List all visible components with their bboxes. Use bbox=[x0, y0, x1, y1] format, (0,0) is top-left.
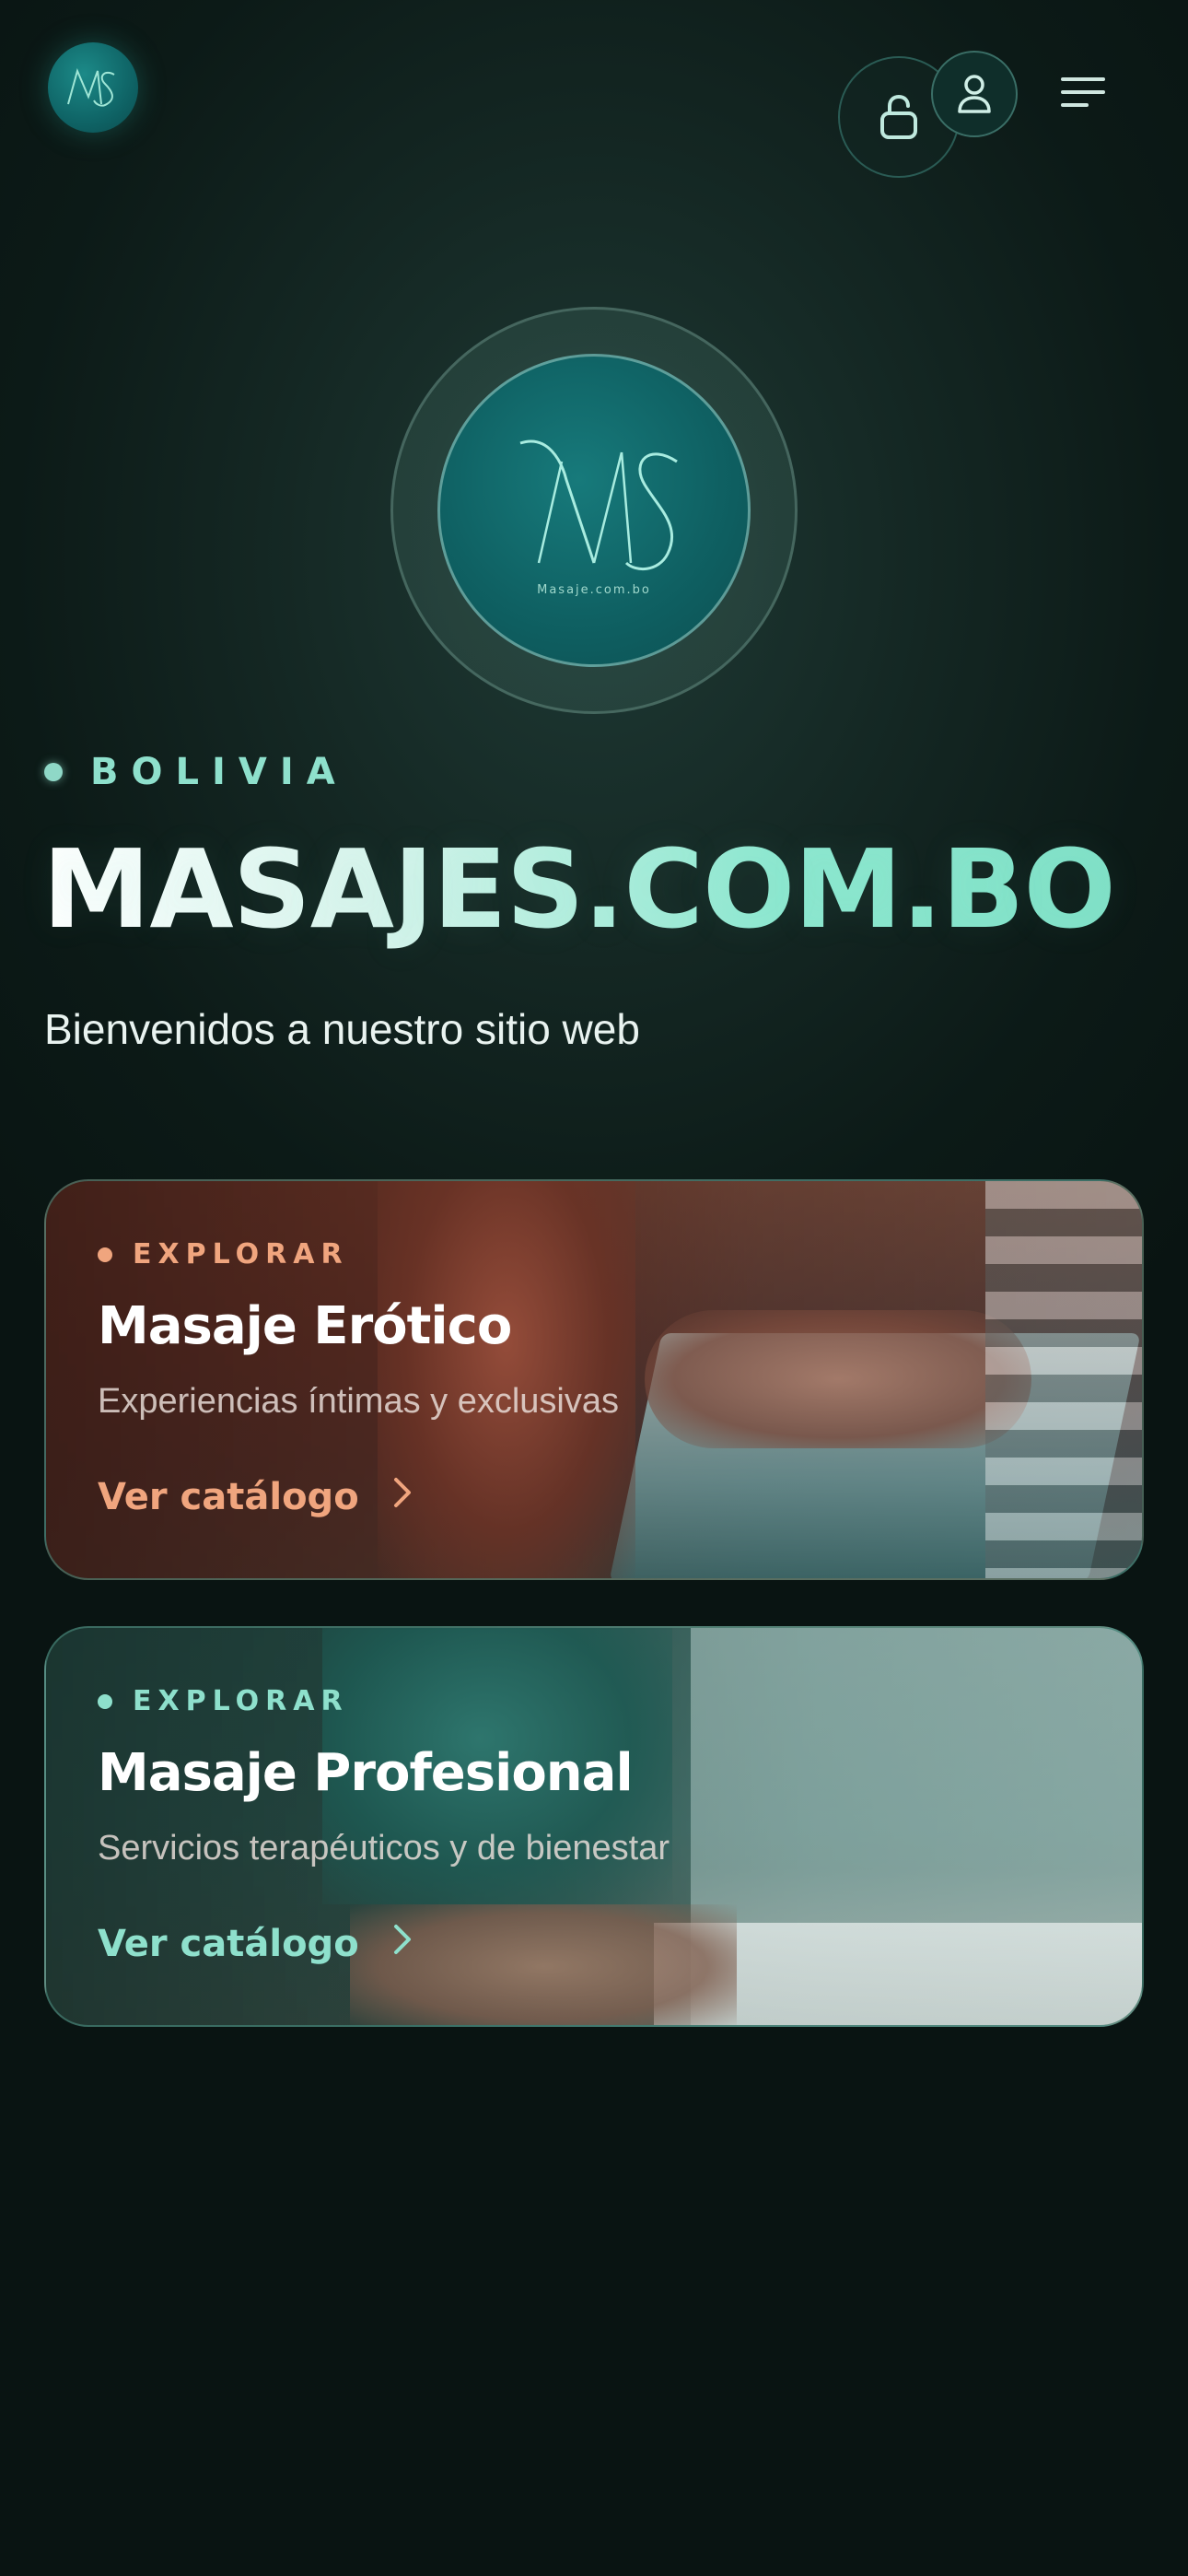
kicker-text: EXPLORAR bbox=[133, 1238, 349, 1270]
card-subtitle: Experiencias íntimas y exclusivas bbox=[98, 1382, 619, 1421]
view-catalog-link[interactable]: Ver catálogo bbox=[98, 1476, 414, 1518]
kicker-text: EXPLORAR bbox=[133, 1685, 349, 1717]
lock-icon bbox=[880, 94, 917, 139]
logo-caption: Masaje.com.bo bbox=[537, 582, 651, 597]
hero-logo-badge: Masaje.com.bo bbox=[437, 354, 751, 667]
kicker-dot bbox=[98, 1693, 112, 1709]
user-icon bbox=[958, 75, 991, 113]
user-profile-button[interactable] bbox=[931, 51, 1018, 137]
site-logo[interactable] bbox=[48, 42, 138, 133]
card-photo-window bbox=[985, 1181, 1142, 1578]
status-dot bbox=[44, 763, 63, 781]
card-kicker: EXPLORAR bbox=[98, 1238, 349, 1270]
cta-label: Ver catálogo bbox=[98, 1923, 359, 1965]
card-title: Masaje Erótico bbox=[98, 1296, 512, 1356]
chevron-right-icon bbox=[392, 1923, 414, 1965]
card-masaje-erotico[interactable]: EXPLORAR Masaje Erótico Experiencias ínt… bbox=[44, 1179, 1144, 1580]
menu-icon bbox=[1061, 77, 1105, 107]
menu-button[interactable] bbox=[1059, 74, 1107, 111]
card-masaje-profesional[interactable]: EXPLORAR Masaje Profesional Servicios te… bbox=[44, 1626, 1144, 2027]
chevron-right-icon bbox=[392, 1476, 414, 1518]
ms-monogram-icon bbox=[519, 439, 678, 570]
card-photo-figure bbox=[645, 1310, 1031, 1448]
country-text: BOLIVIA bbox=[90, 751, 348, 793]
site-title: MASAJES.COM.BO bbox=[42, 825, 1166, 955]
view-catalog-link[interactable]: Ver catálogo bbox=[98, 1923, 414, 1965]
ms-monogram-icon bbox=[67, 67, 115, 107]
card-title: Masaje Profesional bbox=[98, 1743, 634, 1803]
country-label: BOLIVIA bbox=[44, 751, 348, 793]
cta-label: Ver catálogo bbox=[98, 1476, 359, 1518]
welcome-text: Bienvenidos a nuestro sitio web bbox=[44, 1005, 640, 1053]
card-kicker: EXPLORAR bbox=[98, 1685, 349, 1717]
kicker-dot bbox=[98, 1247, 112, 1262]
card-subtitle: Servicios terapéuticos y de bienestar bbox=[98, 1829, 670, 1868]
card-photo-person bbox=[378, 1181, 635, 1578]
hero-logo: Masaje.com.bo bbox=[390, 307, 798, 714]
